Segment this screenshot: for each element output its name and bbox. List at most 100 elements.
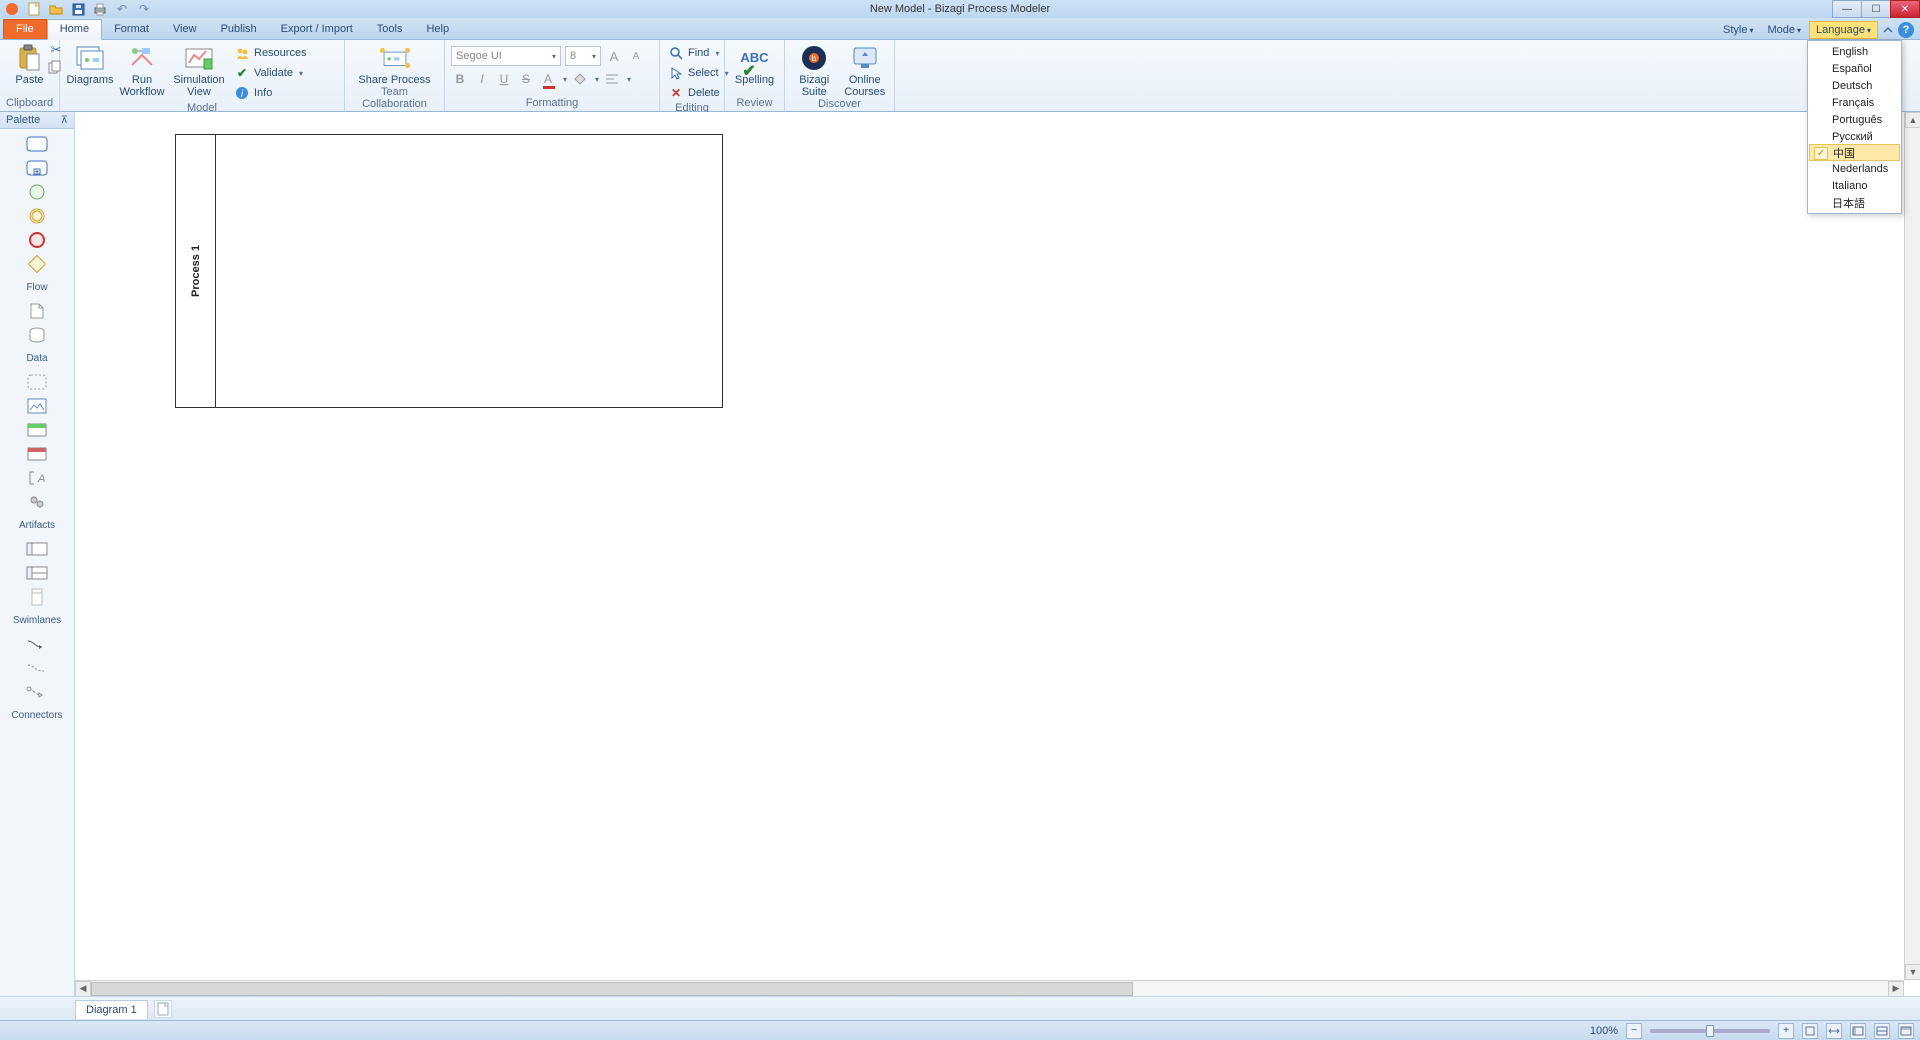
resources-button[interactable]: Resources bbox=[232, 44, 309, 62]
scroll-thumb[interactable] bbox=[91, 982, 1133, 996]
sequence-flow-shape[interactable] bbox=[26, 635, 48, 653]
info-button[interactable]: i Info bbox=[232, 84, 309, 102]
simulation-view-button[interactable]: Simulation View bbox=[170, 42, 228, 98]
association-shape[interactable] bbox=[26, 659, 48, 677]
language-item[interactable]: ✓中国 bbox=[1809, 144, 1900, 161]
tab-format[interactable]: Format bbox=[102, 20, 161, 39]
grow-font-button[interactable]: A bbox=[605, 47, 623, 65]
milestone-shape[interactable] bbox=[26, 588, 48, 606]
message-flow-shape[interactable] bbox=[26, 683, 48, 701]
view-mode-1-button[interactable] bbox=[1850, 1023, 1866, 1039]
scroll-right-icon[interactable]: ▶ bbox=[1888, 981, 1904, 997]
tab-export-import[interactable]: Export / Import bbox=[269, 20, 365, 39]
pin-icon[interactable]: ⊼ bbox=[61, 115, 68, 126]
language-item[interactable]: Italiano bbox=[1808, 177, 1901, 194]
print-icon[interactable] bbox=[92, 1, 108, 17]
chevron-down-icon[interactable]: ▾ bbox=[595, 75, 599, 84]
maximize-button[interactable]: ☐ bbox=[1861, 0, 1891, 18]
fit-page-button[interactable] bbox=[1802, 1023, 1818, 1039]
language-item[interactable]: Русский bbox=[1808, 128, 1901, 145]
language-item[interactable]: English bbox=[1808, 43, 1901, 60]
find-button[interactable]: Find ▾ bbox=[666, 44, 731, 62]
style-dropdown[interactable]: Style▾ bbox=[1717, 22, 1759, 38]
select-button[interactable]: Select ▾ bbox=[666, 64, 731, 82]
tab-home[interactable]: Home bbox=[47, 19, 102, 40]
view-mode-2-button[interactable] bbox=[1874, 1023, 1890, 1039]
close-button[interactable]: ✕ bbox=[1890, 0, 1920, 18]
diagram-tab-1[interactable]: Diagram 1 bbox=[75, 1000, 148, 1019]
font-size-combo[interactable]: 8▾ bbox=[565, 46, 601, 66]
scroll-up-icon[interactable]: ▲ bbox=[1905, 112, 1920, 128]
pool-header[interactable]: Process 1 bbox=[176, 135, 216, 407]
fill-color-button[interactable] bbox=[571, 70, 589, 88]
spelling-button[interactable]: ABC✔ Spelling bbox=[731, 42, 778, 86]
chevron-down-icon[interactable]: ▾ bbox=[627, 75, 631, 84]
canvas[interactable]: Process 1 ▲ ▼ ◀ ▶ bbox=[75, 112, 1920, 996]
language-item[interactable]: Español bbox=[1808, 60, 1901, 77]
language-item[interactable]: Français bbox=[1808, 94, 1901, 111]
tab-view[interactable]: View bbox=[161, 20, 209, 39]
tab-publish[interactable]: Publish bbox=[209, 20, 269, 39]
formatted-text-shape[interactable] bbox=[26, 445, 48, 463]
zoom-out-button[interactable]: − bbox=[1626, 1023, 1642, 1039]
run-workflow-button[interactable]: Run Workflow bbox=[118, 42, 166, 98]
help-icon[interactable]: ? bbox=[1898, 22, 1914, 38]
header-artifact-shape[interactable] bbox=[26, 421, 48, 439]
minimize-button[interactable]: — bbox=[1832, 0, 1862, 18]
gateway-shape[interactable] bbox=[26, 255, 48, 273]
paste-button[interactable]: ✂ Paste bbox=[6, 42, 53, 86]
data-object-shape[interactable] bbox=[26, 302, 48, 320]
font-family-combo[interactable]: Segoe UI▾ bbox=[451, 46, 561, 66]
image-artifact-shape[interactable] bbox=[26, 397, 48, 415]
lane-shape[interactable] bbox=[26, 564, 48, 582]
shrink-font-button[interactable]: A bbox=[627, 47, 645, 65]
view-mode-3-button[interactable] bbox=[1898, 1023, 1914, 1039]
pool[interactable]: Process 1 bbox=[175, 134, 723, 408]
vertical-scrollbar[interactable]: ▲ ▼ bbox=[1904, 112, 1920, 980]
start-event-shape[interactable] bbox=[26, 183, 48, 201]
language-item[interactable]: Português bbox=[1808, 111, 1901, 128]
bold-button[interactable]: B bbox=[451, 70, 469, 88]
intermediate-event-shape[interactable] bbox=[26, 207, 48, 225]
language-item[interactable]: Deutsch bbox=[1808, 77, 1901, 94]
mode-dropdown[interactable]: Mode▾ bbox=[1761, 22, 1807, 38]
group-shape[interactable] bbox=[26, 373, 48, 391]
diagrams-button[interactable]: Diagrams bbox=[66, 42, 114, 86]
italic-button[interactable]: I bbox=[473, 70, 491, 88]
task-shape[interactable] bbox=[26, 135, 48, 153]
horizontal-scrollbar[interactable]: ◀ ▶ bbox=[75, 980, 1904, 996]
redo-icon[interactable]: ↷ bbox=[136, 1, 152, 17]
pool-shape[interactable] bbox=[26, 540, 48, 558]
add-diagram-button[interactable] bbox=[154, 1000, 172, 1018]
undo-icon[interactable]: ↶ bbox=[114, 1, 130, 17]
data-store-shape[interactable] bbox=[26, 326, 48, 344]
align-button[interactable] bbox=[603, 70, 621, 88]
tab-help[interactable]: Help bbox=[414, 20, 461, 39]
share-process-button[interactable]: Share Process bbox=[355, 42, 435, 86]
tab-file[interactable]: File bbox=[3, 19, 47, 39]
pool-body[interactable] bbox=[216, 135, 722, 407]
language-item[interactable]: 日本語 bbox=[1808, 194, 1901, 211]
annotation-shape[interactable]: A bbox=[26, 469, 48, 487]
open-icon[interactable] bbox=[48, 1, 64, 17]
bizagi-suite-button[interactable]: b Bizagi Suite bbox=[791, 42, 838, 98]
scroll-left-icon[interactable]: ◀ bbox=[75, 981, 91, 997]
underline-button[interactable]: U bbox=[495, 70, 513, 88]
minimize-ribbon-button[interactable] bbox=[1880, 22, 1896, 38]
zoom-in-button[interactable]: + bbox=[1778, 1023, 1794, 1039]
save-icon[interactable] bbox=[70, 1, 86, 17]
custom-artifact-shape[interactable] bbox=[26, 493, 48, 511]
language-item[interactable]: Nederlands bbox=[1808, 160, 1901, 177]
delete-button[interactable]: ✕ Delete bbox=[666, 84, 731, 102]
fit-width-button[interactable] bbox=[1826, 1023, 1842, 1039]
strikethrough-button[interactable]: S bbox=[517, 70, 535, 88]
new-icon[interactable] bbox=[26, 1, 42, 17]
scroll-down-icon[interactable]: ▼ bbox=[1905, 964, 1920, 980]
font-color-button[interactable]: A bbox=[539, 70, 557, 88]
tab-tools[interactable]: Tools bbox=[365, 20, 415, 39]
end-event-shape[interactable] bbox=[26, 231, 48, 249]
language-dropdown[interactable]: Language▾ bbox=[1809, 21, 1878, 39]
online-courses-button[interactable]: Online Courses bbox=[842, 42, 889, 98]
validate-button[interactable]: ✔ Validate ▾ bbox=[232, 64, 309, 82]
chevron-down-icon[interactable]: ▾ bbox=[563, 75, 567, 84]
